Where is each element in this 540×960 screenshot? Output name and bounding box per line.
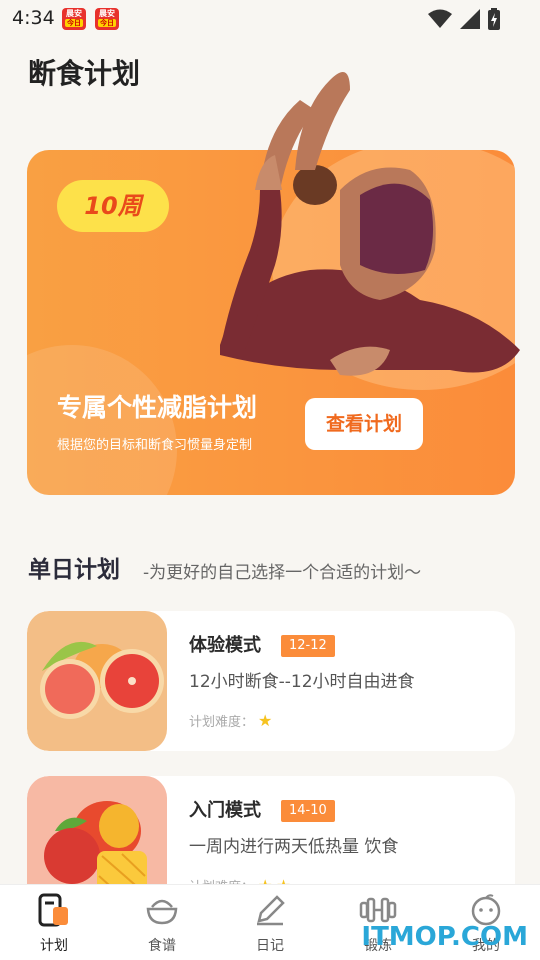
notification-app-icon: 晨安 今日 — [62, 8, 86, 30]
pen-icon — [257, 895, 285, 926]
wifi-icon — [428, 9, 452, 28]
tab-plan[interactable]: 计划 — [14, 893, 94, 955]
difficulty-label: 计划难度： — [189, 715, 255, 730]
tab-label: 日记 — [256, 938, 284, 954]
plan-tag: 14-10 — [281, 800, 335, 822]
system-icons — [428, 8, 500, 30]
watermark: ITMOP.COM — [361, 922, 528, 952]
plan-icon — [38, 893, 68, 927]
notif-badge-subtext: 今日 — [98, 19, 116, 27]
status-bar: 4:34 晨安 今日 晨安 今日 — [0, 0, 540, 38]
plan-card[interactable]: 体验模式 12-12 12小时断食--12小时自由进食 计划难度： ★ — [27, 611, 515, 751]
battery-icon — [488, 8, 500, 30]
tab-recipes[interactable]: 食谱 — [122, 893, 202, 955]
signal-icon — [460, 9, 480, 29]
yoga-figure-illustration — [220, 72, 520, 376]
notif-badge-text: 晨安 — [99, 9, 115, 18]
grapefruit-thumbnail — [27, 611, 167, 751]
notification-app-icon: 晨安 今日 — [95, 8, 119, 30]
tab-diary[interactable]: 日记 — [230, 893, 310, 955]
plan-difficulty: 计划难度： ★ — [189, 711, 272, 730]
weeks-badge: 10周 — [57, 180, 169, 232]
plan-description: 12小时断食--12小时自由进食 — [189, 672, 415, 692]
section-title: 单日计划 — [28, 557, 120, 583]
notif-badge-subtext: 今日 — [65, 19, 83, 27]
plan-name: 入门模式 — [189, 800, 261, 821]
status-time: 4:34 — [12, 7, 55, 29]
banner-title: 专属个性减脂计划 — [57, 393, 258, 422]
tab-label: 食谱 — [148, 938, 176, 954]
star-icon: ★ — [258, 711, 273, 730]
page-title: 断食计划 — [28, 57, 141, 90]
banner-subtitle: 根据您的目标和断食习惯量身定制 — [57, 438, 253, 453]
bowl-icon — [146, 899, 178, 925]
plan-description: 一周内进行两天低热量 饮食 — [189, 837, 399, 857]
section-subtitle: -为更好的自己选择一个合适的计划〜 — [143, 563, 422, 583]
notif-badge-text: 晨安 — [66, 9, 82, 18]
tab-label: 计划 — [40, 938, 68, 954]
view-plan-button[interactable]: 查看计划 — [305, 398, 423, 450]
plan-name: 体验模式 — [189, 635, 261, 656]
plan-tag: 12-12 — [281, 635, 335, 657]
